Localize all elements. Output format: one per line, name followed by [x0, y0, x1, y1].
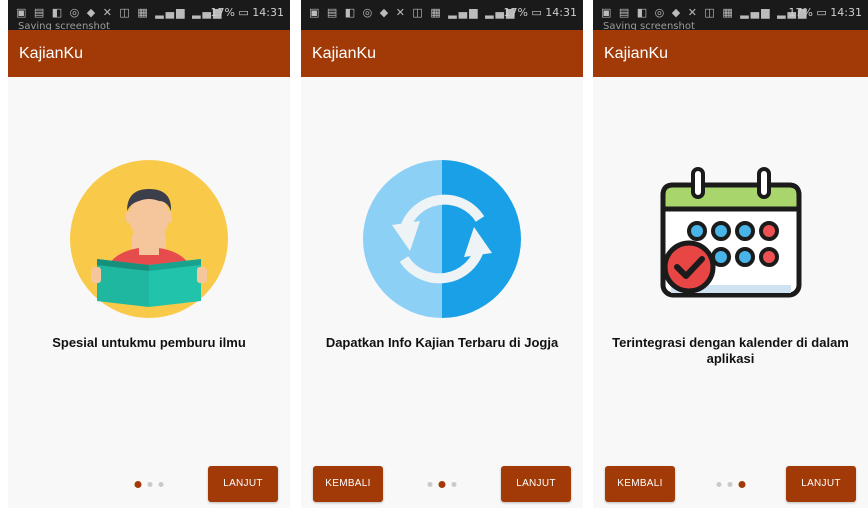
page-dot	[438, 480, 446, 488]
status-bar: ▣ ▤ ◧ ◎ ◆ ✕ ◫ ▦ ▂▄▆ ▂▄▆ 17% ▭ 14:31	[301, 0, 583, 30]
status-right: 17% ▭ 14:31	[788, 6, 862, 19]
next-button[interactable]: LANJUT	[501, 466, 571, 502]
app-bar: KajianKu	[8, 30, 290, 77]
clock: 14:31	[252, 6, 284, 19]
battery-percent: 17%	[788, 6, 813, 19]
status-icons: ▣ ▤ ◧ ◎ ◆ ✕ ◫ ▦ ▂▄▆ ▂▄▆	[16, 6, 224, 19]
onboarding-screen-1: ▣ ▤ ◧ ◎ ◆ ✕ ◫ ▦ ▂▄▆ ▂▄▆ 17% ▭ 14:31 Savi…	[8, 0, 290, 508]
onboarding-content: Spesial untukmu pemburu ilmu LANJUT	[8, 77, 290, 508]
calendar-check-icon	[660, 167, 801, 298]
back-button[interactable]: KEMBALI	[313, 466, 383, 502]
onboarding-content: Terintegrasi dengan kalender di dalam ap…	[593, 77, 868, 508]
page-dot	[727, 481, 732, 487]
app-title: KajianKu	[19, 45, 84, 62]
app-title: KajianKu	[312, 45, 377, 62]
clock: 14:31	[545, 6, 577, 19]
onboarding-caption: Spesial untukmu pemburu ilmu	[52, 335, 246, 350]
reading-person-icon	[70, 160, 228, 318]
page-dot	[158, 481, 164, 487]
app-bar: KajianKu	[301, 30, 583, 77]
battery-percent: 17%	[503, 6, 528, 19]
page-indicator	[427, 480, 457, 488]
refresh-sync-icon	[363, 160, 521, 318]
onboarding-caption: Dapatkan Info Kajian Terbaru di Jogja	[325, 335, 559, 350]
onboarding-screen-3: ▣ ▤ ◧ ◎ ◆ ✕ ◫ ▦ ▂▄▆ ▂▄▆ 17% ▭ 14:31 Savi…	[593, 0, 868, 508]
page-dot	[738, 480, 745, 488]
page-dot	[427, 481, 433, 487]
onboarding-content: Dapatkan Info Kajian Terbaru di Jogja KE…	[301, 77, 583, 508]
battery-percent: 17%	[210, 6, 235, 19]
onboarding-screen-2: ▣ ▤ ◧ ◎ ◆ ✕ ◫ ▦ ▂▄▆ ▂▄▆ 17% ▭ 14:31 Kaji…	[301, 0, 583, 508]
onboarding-caption: Terintegrasi dengan kalender di dalam ap…	[612, 335, 849, 366]
app-title: KajianKu	[604, 45, 669, 62]
page-dot	[134, 480, 142, 488]
app-bar: KajianKu	[593, 30, 868, 77]
page-indicator	[134, 480, 164, 488]
back-button[interactable]: KEMBALI	[605, 466, 675, 502]
next-button[interactable]: LANJUT	[208, 466, 278, 502]
status-bar: ▣ ▤ ◧ ◎ ◆ ✕ ◫ ▦ ▂▄▆ ▂▄▆ 17% ▭ 14:31 Savi…	[8, 0, 290, 32]
page-dot	[716, 481, 721, 487]
status-icons: ▣ ▤ ◧ ◎ ◆ ✕ ◫ ▦ ▂▄▆ ▂▄▆	[309, 6, 517, 19]
status-bar: ▣ ▤ ◧ ◎ ◆ ✕ ◫ ▦ ▂▄▆ ▂▄▆ 17% ▭ 14:31 Savi…	[593, 0, 868, 32]
page-indicator	[716, 480, 745, 488]
clock: 14:31	[830, 6, 862, 19]
status-icons: ▣ ▤ ◧ ◎ ◆ ✕ ◫ ▦ ▂▄▆ ▂▄▆	[601, 6, 809, 19]
page-dot	[451, 481, 457, 487]
page-dot	[147, 481, 153, 487]
status-right: 17% ▭ 14:31	[210, 6, 284, 19]
status-right: 17% ▭ 14:31	[503, 6, 577, 19]
next-button[interactable]: LANJUT	[786, 466, 856, 502]
